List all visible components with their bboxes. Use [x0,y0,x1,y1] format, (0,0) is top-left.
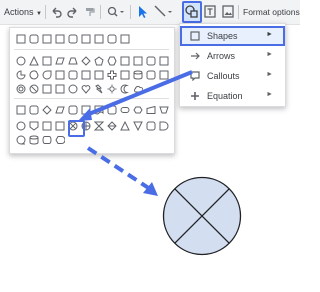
canvas-summing-junction-shape[interactable] [162,176,242,256]
pointer-arrow [83,70,193,118]
annotation-arrows [78,70,193,196]
dashed-arrow [86,146,152,191]
pointer-arrow-head [78,108,92,121]
